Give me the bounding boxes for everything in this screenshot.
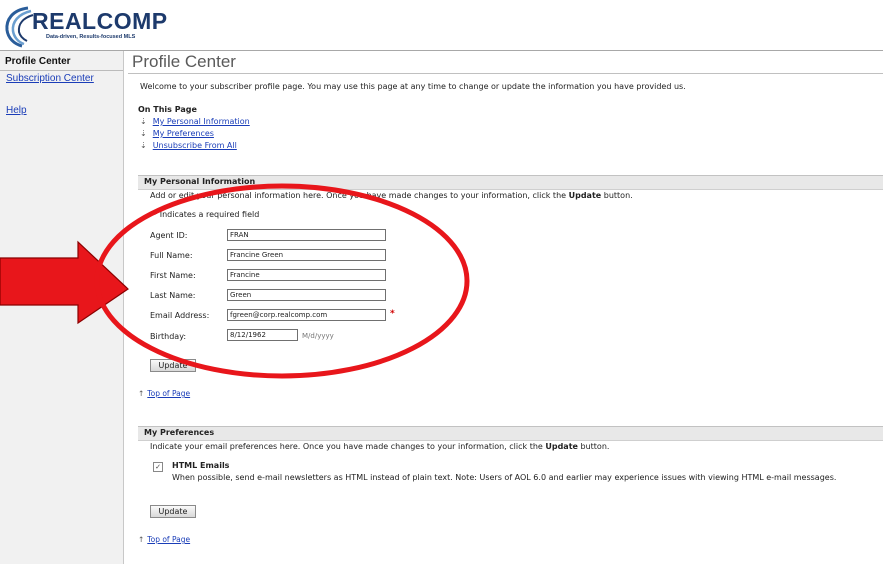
agent-id-input[interactable]	[227, 229, 386, 241]
section-header-personal: My Personal Information	[138, 175, 883, 190]
html-emails-description: When possible, send e-mail newsletters a…	[172, 473, 837, 482]
anchor-arrow-icon: ⇣	[140, 141, 147, 150]
logo-tagline: Data-driven, Results-focused MLS	[46, 34, 136, 40]
otp-link-personal[interactable]: ⇣ My Personal Information	[140, 117, 250, 126]
full-name-input[interactable]	[227, 249, 386, 261]
otp-link-preferences[interactable]: ⇣ My Preferences	[140, 129, 214, 138]
email-required-asterisk-icon: *	[390, 309, 395, 319]
page-title: Profile Center	[132, 52, 236, 71]
up-arrow-icon: ↑	[138, 389, 145, 398]
otp-link-personal-label[interactable]: My Personal Information	[153, 117, 250, 126]
last-name-input[interactable]	[227, 289, 386, 301]
anchor-arrow-icon: ⇣	[140, 129, 147, 138]
up-arrow-icon: ↑	[138, 535, 145, 544]
preferences-intro-after: button.	[577, 442, 610, 451]
realcomp-logo-icon	[5, 6, 34, 48]
header: REALCOMP Data-driven, Results-focused ML…	[0, 0, 883, 50]
section-title-preferences: My Preferences	[144, 428, 215, 437]
personal-intro-before: Add or edit your personal information he…	[150, 191, 569, 200]
update-personal-button[interactable]: Update	[150, 359, 196, 372]
section-header-preferences: My Preferences	[138, 426, 883, 441]
otp-link-preferences-label[interactable]: My Preferences	[153, 129, 214, 138]
email-label: Email Address:	[150, 311, 210, 320]
section-title-personal: My Personal Information	[144, 177, 256, 186]
sidebar-title: Profile Center	[5, 56, 71, 67]
on-this-page-heading: On This Page	[138, 105, 197, 114]
preferences-intro-before: Indicate your email preferences here. On…	[150, 442, 546, 451]
personal-intro-after: button.	[601, 191, 633, 200]
required-note-text: Indicates a required field	[159, 210, 260, 219]
realcomp-logo-text: REALCOMP	[32, 8, 168, 34]
sidebar-item-help[interactable]: Help	[6, 105, 27, 116]
birthday-input[interactable]	[227, 329, 298, 341]
required-asterisk-icon: *	[153, 210, 158, 219]
first-name-input[interactable]	[227, 269, 386, 281]
required-note: * Indicates a required field	[153, 210, 259, 219]
personal-intro: Add or edit your personal information he…	[150, 191, 633, 200]
update-preferences-button[interactable]: Update	[150, 505, 196, 518]
otp-link-unsubscribe[interactable]: ⇣ Unsubscribe From All	[140, 141, 237, 150]
sidebar-title-divider	[0, 70, 123, 71]
html-emails-label: HTML Emails	[172, 461, 230, 470]
top-of-page-label-1[interactable]: Top of Page	[147, 389, 190, 398]
agent-id-label: Agent ID:	[150, 231, 188, 240]
preferences-intro: Indicate your email preferences here. On…	[150, 442, 609, 451]
top-of-page-link-1[interactable]: ↑ Top of Page	[138, 389, 190, 398]
html-emails-checkbox[interactable]: ✓	[153, 462, 163, 472]
title-divider	[128, 73, 883, 74]
welcome-text: Welcome to your subscriber profile page.…	[140, 82, 686, 91]
top-of-page-label-2[interactable]: Top of Page	[147, 535, 190, 544]
birthday-format-hint: M/d/yyyy	[302, 332, 334, 340]
personal-intro-bold: Update	[568, 191, 602, 200]
last-name-label: Last Name:	[150, 291, 196, 300]
preferences-intro-bold: Update	[545, 442, 578, 451]
otp-link-unsubscribe-label[interactable]: Unsubscribe From All	[153, 141, 237, 150]
first-name-label: First Name:	[150, 271, 196, 280]
header-divider	[0, 50, 883, 51]
anchor-arrow-icon: ⇣	[140, 117, 147, 126]
birthday-label: Birthday:	[150, 332, 187, 341]
email-input[interactable]	[227, 309, 386, 321]
sidebar: Profile Center Subscription Center Help	[0, 51, 124, 564]
sidebar-item-subscription-center[interactable]: Subscription Center	[6, 73, 94, 84]
full-name-label: Full Name:	[150, 251, 193, 260]
top-of-page-link-2[interactable]: ↑ Top of Page	[138, 535, 190, 544]
